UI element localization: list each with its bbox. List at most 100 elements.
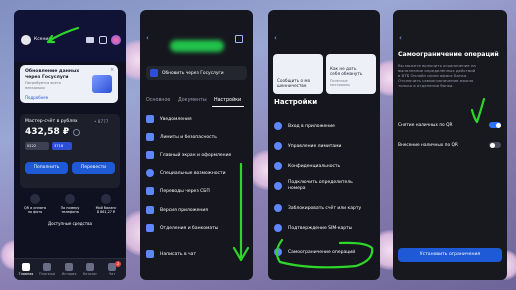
- security-item-login[interactable]: Вход в приложение: [274, 118, 374, 134]
- lock-icon: [274, 162, 282, 170]
- phone-settings-screen: ‹ Обновить через Госуслуги Основное Доку…: [140, 10, 253, 280]
- toggle-label: Внесение наличных по QR: [398, 143, 458, 148]
- security-item-label: Управление лимитами: [288, 143, 342, 149]
- accessibility-icon: [146, 169, 154, 177]
- security-item-label: Конфиденциальность: [288, 163, 341, 169]
- promo-desc: Потребуется всего: [25, 81, 61, 85]
- quick-action-balance[interactable]: Мой баланс 8 861,27 ₽: [91, 194, 121, 214]
- bell-icon: [146, 115, 154, 123]
- tab-main[interactable]: Основное: [146, 98, 170, 103]
- nav-label: Главная: [18, 272, 34, 276]
- quick-action-phone[interactable]: По номеру телефона: [56, 194, 84, 214]
- page-title: Самоограничение операций: [398, 51, 499, 58]
- chat-icon[interactable]: [99, 36, 107, 44]
- nav-payments[interactable]: Платежи: [39, 263, 55, 276]
- security-item-label: Подтверждение SIM-карты: [288, 225, 353, 231]
- account-number: • 8777: [94, 119, 109, 124]
- map-pin-icon: [146, 224, 154, 232]
- available-funds-label[interactable]: Доступные средства: [48, 221, 92, 226]
- anti-fraud-card[interactable]: Как не дать себя обмануть Полезные матер…: [326, 54, 376, 94]
- settings-item-notifications[interactable]: Уведомления: [146, 111, 247, 127]
- block-icon: [274, 204, 282, 212]
- settings-item-label: Версия приложения: [160, 207, 208, 213]
- stories-icon[interactable]: [111, 35, 121, 45]
- settings-item-label: Специальные возможности: [160, 170, 226, 176]
- redacted-name: [170, 40, 224, 52]
- back-icon[interactable]: ‹: [146, 34, 149, 42]
- logout-icon[interactable]: [235, 35, 243, 43]
- account-balance: 432,58 ₽: [25, 127, 70, 137]
- t2-icon: [101, 194, 111, 204]
- transfer-button[interactable]: Перевести: [72, 162, 115, 174]
- sim-icon: [274, 224, 282, 232]
- card-title: шенничестве: [277, 83, 307, 88]
- security-item-label: Подключить определитель номера: [288, 180, 353, 191]
- bottom-nav: Главная Платежи История Каталог Чат 2: [14, 258, 126, 280]
- account-card[interactable]: Мастер-счёт в рублях • 8777 432,58 ₽ 022…: [20, 114, 120, 188]
- nav-catalog[interactable]: Каталог: [82, 263, 98, 276]
- key-icon: [274, 122, 282, 130]
- security-item-block[interactable]: Заблокировать счёт или карту: [274, 200, 374, 216]
- chat-icon: [146, 250, 154, 258]
- tab-settings[interactable]: Настройки: [214, 98, 241, 103]
- settings-item-label: Отделения и банкоматы: [160, 225, 219, 231]
- security-item-caller-id[interactable]: Подключить определитель номера: [274, 178, 374, 194]
- avatar[interactable]: [21, 35, 31, 45]
- nav-label: История: [61, 272, 77, 276]
- fraud-report-card[interactable]: Сообщить о мо шенничестве: [273, 54, 323, 94]
- bank-icon[interactable]: [86, 37, 94, 43]
- cash-withdrawal-toggle[interactable]: [489, 122, 501, 128]
- gosuslugi-button[interactable]: Обновить через Госуслуги: [146, 66, 247, 80]
- settings-item-limits[interactable]: Лимиты и безопасность: [146, 129, 247, 145]
- payments-icon: [43, 263, 51, 271]
- quick-action-label: по фото: [27, 210, 43, 214]
- annotation-circle: [275, 238, 374, 269]
- security-item-label: Вход в приложение: [288, 123, 335, 129]
- nav-history[interactable]: История: [61, 263, 77, 276]
- info-icon: [146, 206, 154, 214]
- security-item-privacy[interactable]: Конфиденциальность: [274, 158, 374, 174]
- promo-link[interactable]: Подробнее: [25, 95, 48, 100]
- promo-title: через Госуслуги: [25, 74, 69, 80]
- annotation-check: [470, 97, 486, 124]
- gosuslugi-label: Обновить через Госуслуги: [162, 70, 224, 76]
- security-item-limits[interactable]: Управление лимитами: [274, 138, 374, 154]
- cash-deposit-toggle[interactable]: [489, 142, 501, 148]
- security-item-label: Заблокировать счёт или карту: [288, 205, 362, 211]
- caller-id-icon: [274, 182, 282, 190]
- annotation-arrow: [46, 26, 80, 44]
- promo-title: Обновление данных: [25, 69, 80, 74]
- chat-badge: 2: [115, 261, 121, 267]
- account-title: Мастер-счёт в рублях: [25, 119, 78, 124]
- back-icon[interactable]: ‹: [274, 34, 277, 42]
- qr-icon: [30, 194, 40, 204]
- tab-documents[interactable]: Документы: [178, 98, 207, 103]
- card-subtitle: материалы: [330, 83, 350, 87]
- catalog-icon: [86, 263, 94, 271]
- nav-label: Платежи: [39, 272, 56, 276]
- nav-home[interactable]: Главная: [18, 263, 34, 276]
- nav-label: Чат: [108, 272, 116, 276]
- promo-desc: несколько: [25, 85, 45, 90]
- shield-icon: [146, 133, 154, 141]
- settings-item-label: Уведомления: [160, 116, 192, 122]
- topup-button[interactable]: Пополнить: [25, 162, 68, 174]
- transfer-icon: [146, 187, 154, 195]
- home-icon: [22, 263, 30, 271]
- annotation-arrow: [232, 162, 250, 262]
- settings-item-label: Переводы через СБП: [160, 188, 210, 194]
- promo-card[interactable]: Обновление данных через Госуслуги Потреб…: [20, 65, 118, 103]
- phone-icon: [65, 194, 75, 204]
- quick-action-qr[interactable]: QR и оплата по фото: [21, 194, 49, 214]
- back-icon[interactable]: ‹: [399, 34, 402, 42]
- limits-icon: [274, 142, 282, 150]
- set-restrictions-button[interactable]: Установить ограничения: [398, 248, 502, 262]
- quick-action-label: 8 861,27 ₽: [96, 210, 116, 214]
- gosuslugi-icon: [150, 69, 158, 77]
- quick-action-label: телефона: [61, 210, 79, 214]
- card-chip[interactable]: 0222: [25, 142, 49, 150]
- card-chip[interactable]: 3718: [52, 142, 72, 150]
- eye-icon[interactable]: [73, 129, 80, 136]
- close-icon[interactable]: ×: [110, 67, 114, 73]
- phone-self-restriction-screen: ‹ Самоограничение операций Вы можете вкл…: [393, 10, 507, 280]
